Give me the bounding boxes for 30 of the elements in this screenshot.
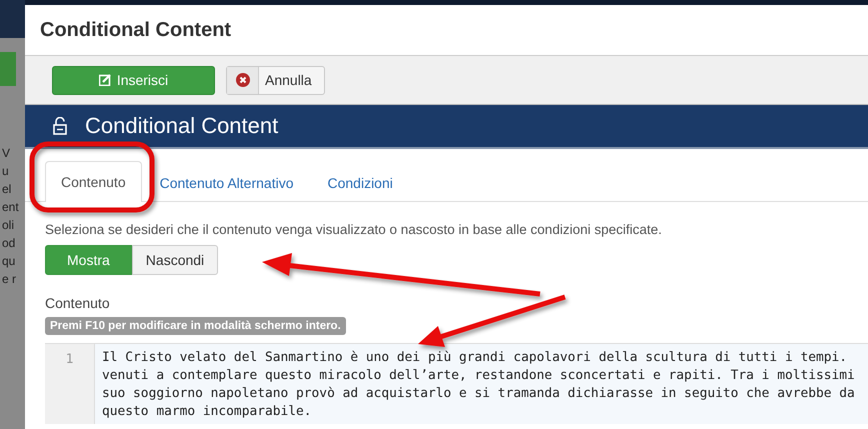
- toggle-option[interactable]: Nascondi: [132, 245, 218, 275]
- background-text: oli: [2, 218, 16, 232]
- background-text: u: [2, 164, 10, 178]
- close-icon: [236, 73, 250, 87]
- field-label: Contenuto: [45, 295, 111, 311]
- background-text: qu: [2, 254, 16, 268]
- background-text: el: [2, 182, 12, 196]
- code-editor[interactable]: [45, 343, 868, 424]
- cancel-button[interactable]: Annulla: [226, 66, 325, 94]
- background-text: ent: [2, 200, 20, 214]
- unlock-icon: [53, 117, 67, 135]
- tab[interactable]: Contenuto: [45, 161, 142, 202]
- background-text: od: [2, 236, 16, 250]
- hint-badge: Premi F10 per modificare in modalità schermo intero.: [45, 317, 346, 335]
- line-number: 1: [66, 352, 74, 369]
- header-title: Conditional Content: [85, 113, 278, 139]
- editor-text-line: Il Cristo velato del Sanmartino è uno dei più grandi capolavori della scultura di tutti i tempi.: [102, 349, 848, 367]
- editor-text-line: questo marmo incomparabile.: [102, 403, 313, 421]
- dialog-title: Conditional Content: [39, 18, 232, 42]
- description-text: Seleziona se desideri che il contenuto venga visualizzato o nascosto in base alle condizioni specificate.: [45, 222, 663, 237]
- insert-button[interactable]: Inserisci: [52, 66, 215, 94]
- toggle-option[interactable]: Mostra: [45, 245, 132, 275]
- edit-icon: [98, 74, 111, 86]
- background-text: V: [2, 146, 12, 160]
- button-fragment: [0, 52, 16, 86]
- background-text: e r: [2, 272, 18, 286]
- tab[interactable]: Condizioni: [311, 162, 409, 202]
- editor-text-line: venuti a contemplare questo miracolo dell’arte, restandone sconcertati e rapiti. Tra i moltissimi: [102, 367, 855, 385]
- tab[interactable]: Contenuto Alternativo: [144, 162, 310, 202]
- editor-text-line: suo soggiorno napoletano provò ad acquistarlo e si tramanda dichiarasse in seguito che avrebbe da: [102, 385, 855, 403]
